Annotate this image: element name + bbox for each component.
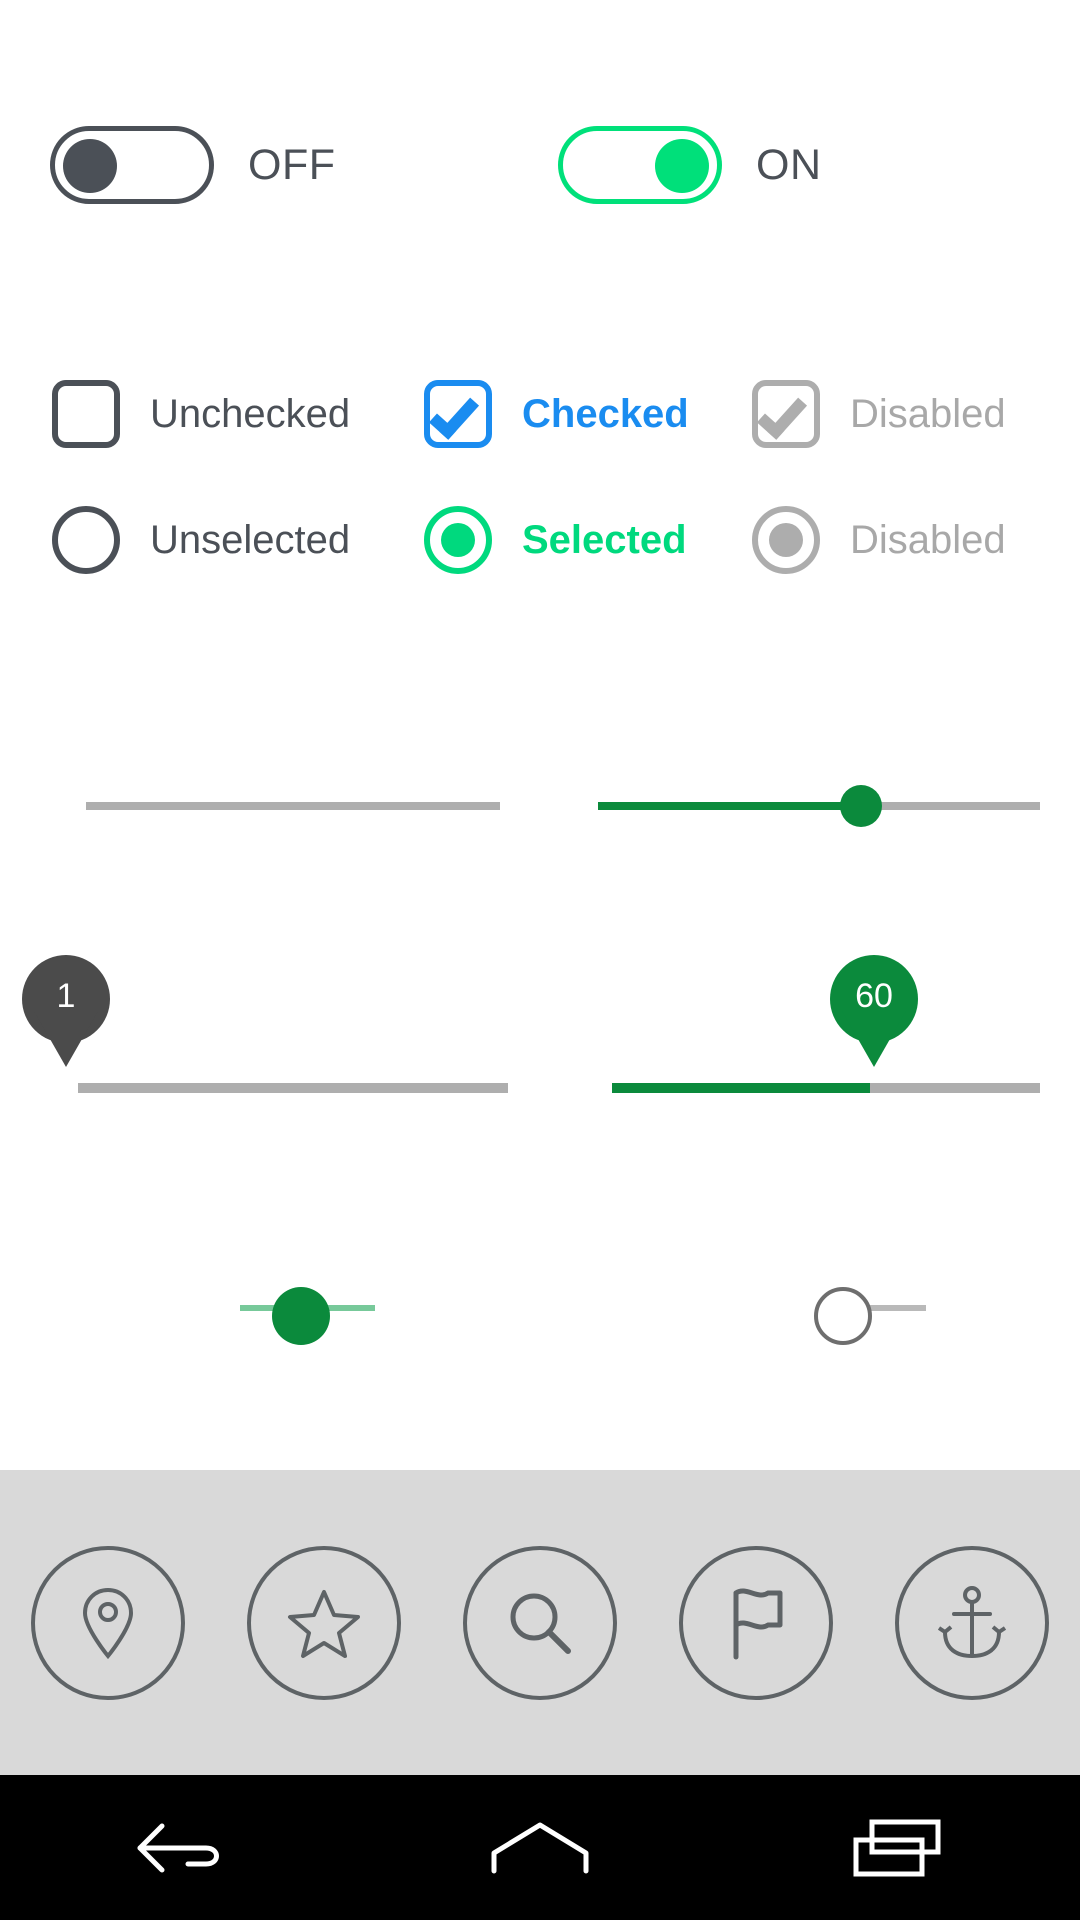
slider-pin-left-track[interactable]: [78, 1083, 508, 1093]
slider-plain-right-thumb[interactable]: [840, 785, 882, 827]
anchor-icon: [938, 1584, 1006, 1662]
switch-group-on: ON: [558, 126, 822, 204]
slider-pin-right-fill: [612, 1083, 870, 1093]
checkmark-disabled-icon: [757, 388, 807, 440]
radio-item-unselected[interactable]: Unselected: [52, 500, 350, 580]
checkbox-unchecked-icon[interactable]: [52, 380, 120, 448]
nav-recents-button[interactable]: [720, 1816, 1080, 1880]
star-icon: [287, 1587, 361, 1659]
slider-mini-right-thumb[interactable]: [814, 1287, 872, 1345]
radio-unselected-icon[interactable]: [52, 506, 120, 574]
widget-showcase-content: OFF ON Unchecked Checked: [0, 0, 1080, 1470]
icon-button-strip: [0, 1470, 1080, 1775]
checkbox-checked-label: Checked: [522, 392, 689, 437]
slider-row-pin: 1 60: [0, 955, 1080, 1115]
phone-screen: OFF ON Unchecked Checked: [0, 0, 1080, 1920]
slider-mini-left-thumb[interactable]: [272, 1287, 330, 1345]
slider-pin-right-thumb[interactable]: 60: [830, 955, 918, 1067]
slider-row-mini: [0, 1280, 1080, 1360]
pin-bubble-tail: [34, 1011, 98, 1067]
switch-on[interactable]: [558, 126, 722, 204]
checkbox-row: Unchecked Checked Disabled: [0, 374, 1080, 454]
radio-unselected-label: Unselected: [150, 518, 350, 563]
checkbox-disabled-label: Disabled: [850, 392, 1006, 437]
switch-on-label: ON: [756, 141, 822, 190]
radio-item-disabled: Disabled: [752, 500, 1006, 580]
checkmark-icon: [429, 388, 479, 440]
home-icon: [488, 1819, 592, 1877]
nav-back-button[interactable]: [0, 1820, 360, 1876]
checkbox-item-checked[interactable]: Checked: [424, 374, 689, 454]
slider-plain-right-fill: [598, 802, 860, 810]
slider-pin-left-value: 1: [22, 977, 110, 1016]
checkbox-checked-icon[interactable]: [424, 380, 492, 448]
recents-icon: [850, 1816, 950, 1880]
checkbox-unchecked-label: Unchecked: [150, 392, 350, 437]
radio-selected-icon[interactable]: [424, 506, 492, 574]
nav-home-button[interactable]: [360, 1819, 720, 1877]
flag-icon: [724, 1585, 788, 1661]
icon-button-place[interactable]: [31, 1546, 185, 1700]
radio-selected-label: Selected: [522, 518, 687, 563]
back-icon: [132, 1820, 228, 1876]
radio-disabled-label: Disabled: [850, 518, 1006, 563]
slider-pin-left-thumb[interactable]: 1: [22, 955, 110, 1067]
switch-off-label: OFF: [248, 141, 335, 190]
search-icon: [505, 1588, 575, 1658]
pin-bubble-tail: [842, 1011, 906, 1067]
icon-button-favorite[interactable]: [247, 1546, 401, 1700]
slider-plain-left-track[interactable]: [86, 802, 500, 810]
switch-group-off: OFF: [50, 126, 335, 204]
switch-on-knob: [655, 139, 709, 193]
switch-off[interactable]: [50, 126, 214, 204]
checkbox-item-disabled: Disabled: [752, 374, 1006, 454]
radio-dot-disabled-icon: [769, 523, 803, 557]
radio-row: Unselected Selected Disabled: [0, 500, 1080, 580]
switch-row: OFF ON: [0, 126, 1080, 222]
slider-pin-right-value: 60: [830, 977, 918, 1016]
radio-item-selected[interactable]: Selected: [424, 500, 687, 580]
radio-dot-icon: [441, 523, 475, 557]
icon-button-flag[interactable]: [679, 1546, 833, 1700]
checkbox-item-unchecked[interactable]: Unchecked: [52, 374, 350, 454]
switch-off-knob: [63, 139, 117, 193]
android-navigation-bar: [0, 1775, 1080, 1920]
icon-button-anchor[interactable]: [895, 1546, 1049, 1700]
radio-disabled-icon: [752, 506, 820, 574]
map-pin-icon: [77, 1586, 139, 1660]
checkbox-disabled-icon: [752, 380, 820, 448]
slider-row-plain: [0, 780, 1080, 840]
icon-button-search[interactable]: [463, 1546, 617, 1700]
